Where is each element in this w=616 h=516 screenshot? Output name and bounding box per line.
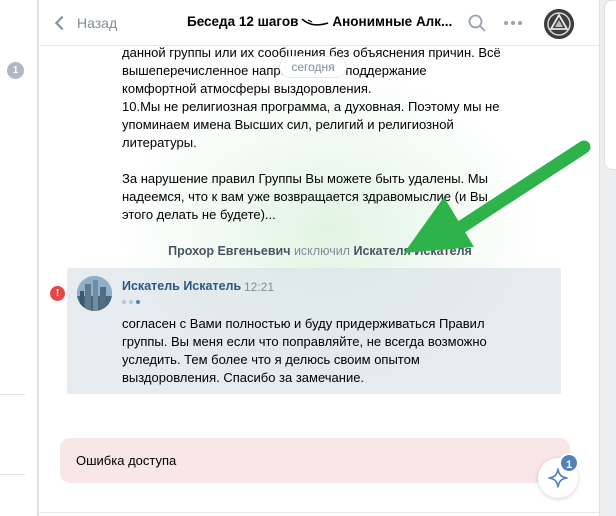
message-line: согласен с Вами полностью и буду придерж… bbox=[122, 316, 485, 331]
date-separator: сегодня bbox=[279, 56, 347, 78]
left-divider bbox=[0, 474, 25, 475]
chevron-left-icon bbox=[54, 15, 70, 31]
message-line: этого делать не будете)... bbox=[122, 207, 276, 222]
chat-avatar[interactable] bbox=[544, 9, 574, 39]
error-icon[interactable]: ! bbox=[50, 286, 65, 301]
chat-title[interactable]: Беседа 12 шагов Анонимные Алк... bbox=[187, 14, 457, 29]
right-card bbox=[604, 0, 616, 170]
service-target[interactable]: Искателя Искателя bbox=[353, 244, 471, 258]
message-line: группы. Вы меня если что поправляйте, не… bbox=[122, 334, 487, 349]
service-actor[interactable]: Прохор Евгеньевич bbox=[168, 244, 290, 258]
message-line: 10.Мы не религиозная программа, а духовн… bbox=[122, 99, 500, 114]
chat-title-part2: Анонимные Алк... bbox=[332, 14, 453, 29]
chat-header: Назад Беседа 12 шагов Анонимные Алк... bbox=[39, 0, 599, 46]
author-avatar[interactable] bbox=[77, 276, 112, 311]
city-photo-icon bbox=[77, 276, 112, 311]
access-error-banner: Ошибка доступа bbox=[60, 438, 570, 483]
message-line: надеемся, что к вам уже возвращается здр… bbox=[122, 189, 488, 204]
service-message: Прохор Евгеньевич исключил Искателя Иска… bbox=[39, 244, 599, 258]
service-action: исключил bbox=[293, 244, 350, 258]
message-line: упоминаем имена Высших сил, религий и ре… bbox=[122, 117, 454, 132]
back-label: Назад bbox=[77, 15, 118, 31]
message-line: литературы. bbox=[122, 135, 197, 150]
swoosh-icon bbox=[301, 18, 329, 27]
message-text: согласен с Вами полностью и буду придерж… bbox=[122, 315, 522, 387]
fab-counter-badge: 1 bbox=[559, 453, 579, 473]
message-line: выздоровления. Спасибо за замечание. bbox=[122, 370, 365, 385]
message-line: уследить. Тем более что я делюсь своим о… bbox=[122, 352, 420, 367]
message-line: комфортной атмосферы выздоровления. bbox=[122, 81, 372, 96]
bottom-divider bbox=[39, 512, 599, 513]
search-icon[interactable] bbox=[468, 14, 486, 32]
back-button[interactable]: Назад bbox=[53, 12, 117, 34]
unread-badge[interactable]: 1 bbox=[7, 62, 24, 79]
line-spacer bbox=[122, 152, 522, 170]
typing-indicator bbox=[122, 300, 140, 304]
message-time: 12:21 bbox=[244, 280, 275, 294]
message-author[interactable]: Искатель Искатель bbox=[122, 279, 241, 293]
chat-panel: Назад Беседа 12 шагов Анонимные Алк... се… bbox=[38, 0, 600, 516]
left-sidebar: 1 bbox=[0, 0, 38, 516]
chat-title-part1: Беседа 12 шагов bbox=[187, 14, 299, 29]
more-icon[interactable] bbox=[503, 20, 523, 26]
message-line: За нарушение правил Группы Вы можете быт… bbox=[122, 171, 488, 186]
left-divider bbox=[0, 394, 25, 395]
group-logo-icon bbox=[544, 9, 574, 39]
